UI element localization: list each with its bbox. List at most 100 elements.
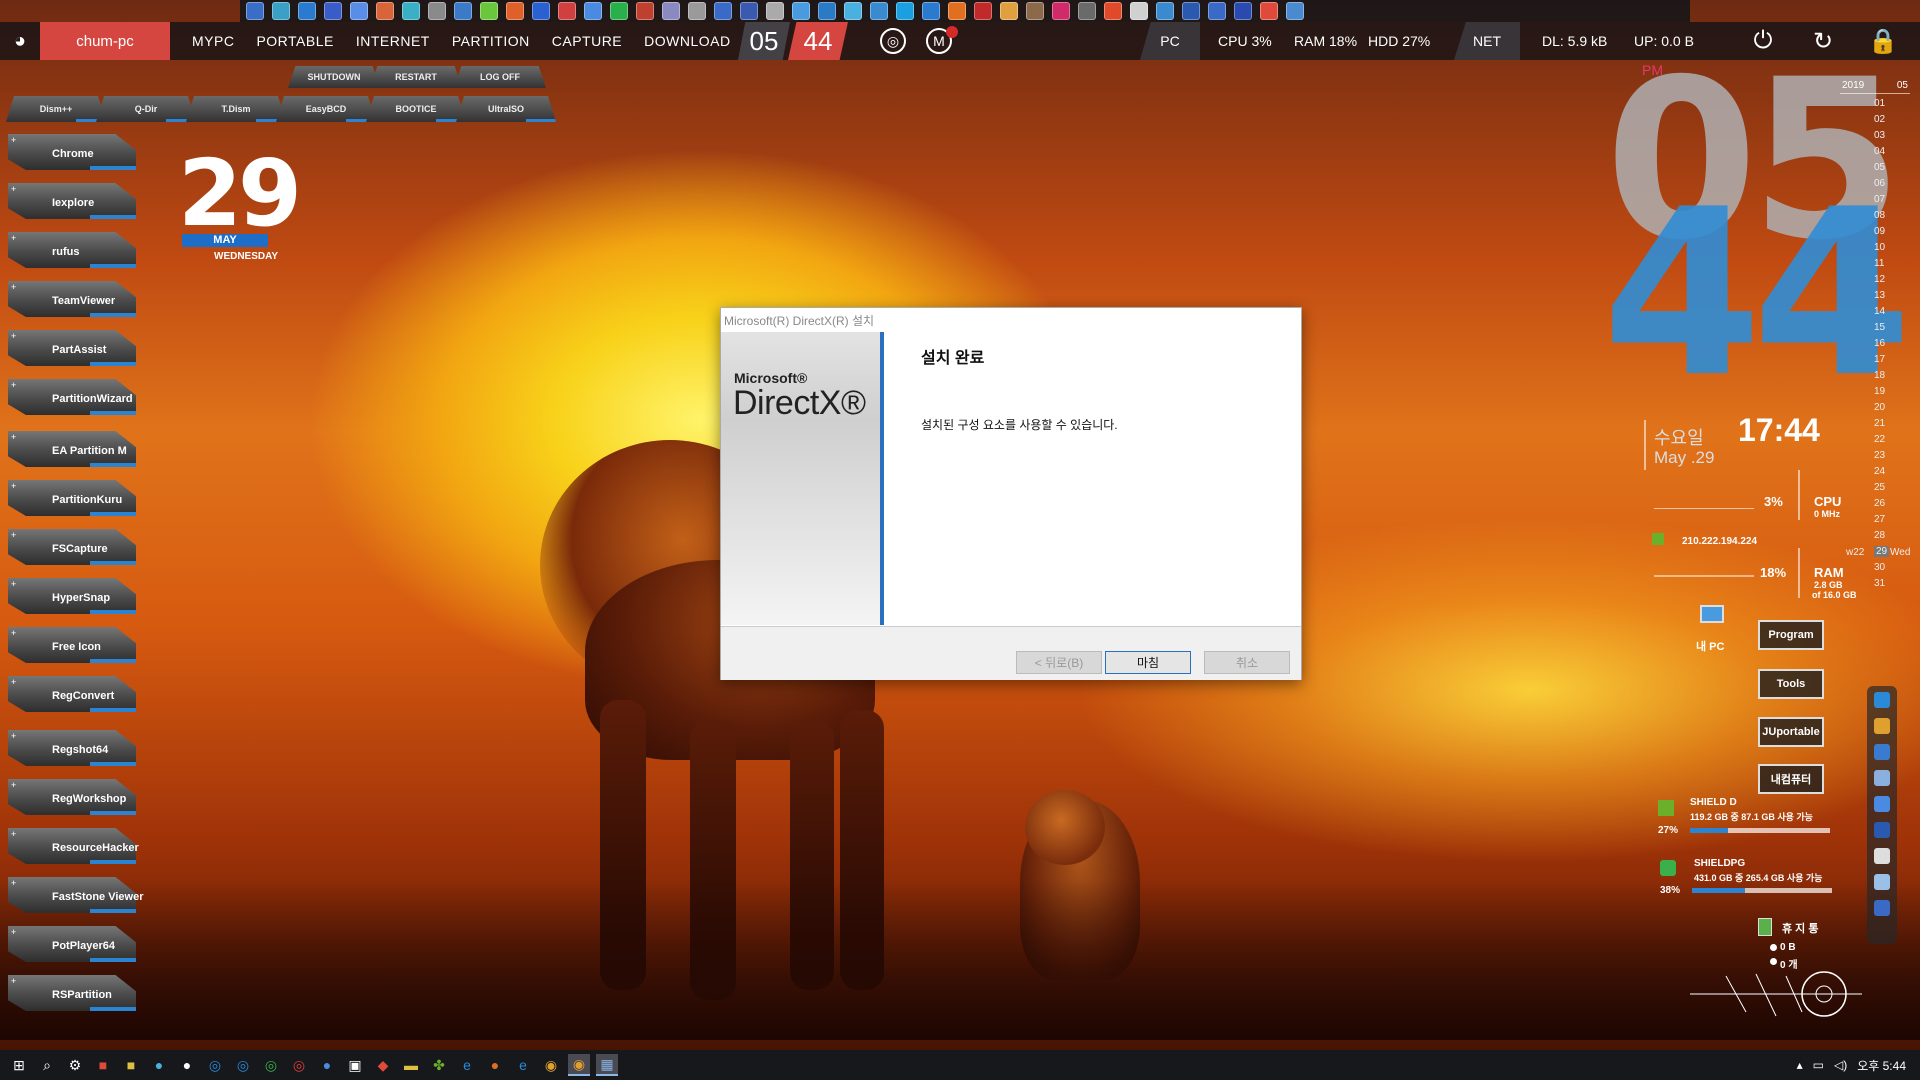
app-icon[interactable] bbox=[1026, 2, 1044, 20]
program-button[interactable]: Program bbox=[1758, 620, 1824, 650]
app-icon[interactable] bbox=[922, 2, 940, 20]
menu-partition[interactable]: PARTITION bbox=[452, 33, 530, 49]
app-icon[interactable] bbox=[350, 2, 368, 20]
mypc-label[interactable]: 내 PC bbox=[1696, 638, 1724, 654]
tray-clock[interactable]: 오후 5:44 bbox=[1857, 1057, 1906, 1074]
logo-icon[interactable]: ◕ bbox=[0, 22, 40, 60]
recycle-bin-icon[interactable] bbox=[1758, 918, 1772, 936]
gear-icon[interactable]: ⚙ bbox=[64, 1054, 86, 1076]
app-icon[interactable]: ■ bbox=[92, 1054, 114, 1076]
tool-tab-qdir[interactable]: Q-Dir bbox=[96, 96, 196, 122]
menu-mypc[interactable]: MYPC bbox=[192, 33, 234, 49]
sidebar-item-free-icon[interactable]: + Free Icon bbox=[8, 627, 136, 663]
app-icon[interactable] bbox=[1874, 874, 1890, 890]
finish-button[interactable]: 마침 bbox=[1105, 651, 1191, 674]
back-button[interactable]: < 뒤로(B) bbox=[1016, 651, 1102, 674]
app-icon[interactable] bbox=[896, 2, 914, 20]
sidebar-item-partitionwizard[interactable]: + PartitionWizard bbox=[8, 379, 136, 415]
chrome-icon[interactable]: ◉ bbox=[568, 1054, 590, 1076]
tool-tab-ultraiso[interactable]: UltraISO bbox=[456, 96, 556, 122]
app-icon[interactable] bbox=[1078, 2, 1096, 20]
folder-icon[interactable]: ■ bbox=[120, 1054, 142, 1076]
search-icon[interactable]: ⌕ bbox=[36, 1054, 58, 1076]
app-icon[interactable]: ● bbox=[316, 1054, 338, 1076]
app-icon[interactable] bbox=[1874, 770, 1890, 786]
monitor-icon[interactable]: ▣ bbox=[344, 1054, 366, 1076]
app-icon[interactable] bbox=[298, 2, 316, 20]
network-icon[interactable]: ▭ bbox=[1813, 1058, 1824, 1072]
app-icon[interactable]: ◎ bbox=[204, 1054, 226, 1076]
app-icon[interactable]: ◆ bbox=[372, 1054, 394, 1076]
app-icon[interactable] bbox=[1260, 2, 1278, 20]
sidebar-item-potplayer64[interactable]: + PotPlayer64 bbox=[8, 926, 136, 962]
app-icon[interactable] bbox=[506, 2, 524, 20]
shutdown-button[interactable]: SHUTDOWN bbox=[288, 66, 380, 88]
app-icon[interactable]: ◎ bbox=[288, 1054, 310, 1076]
app-icon[interactable] bbox=[974, 2, 992, 20]
app-icon[interactable] bbox=[1874, 848, 1890, 864]
app-icon[interactable]: ◎ bbox=[232, 1054, 254, 1076]
sidebar-item-partitionkuru[interactable]: + PartitionKuru bbox=[8, 480, 136, 516]
app-icon[interactable] bbox=[714, 2, 732, 20]
sidebar-item-hypersnap[interactable]: + HyperSnap bbox=[8, 578, 136, 614]
app-icon[interactable] bbox=[324, 2, 342, 20]
clover-icon[interactable]: ✤ bbox=[428, 1054, 450, 1076]
app-icon[interactable] bbox=[1874, 796, 1890, 812]
firefox-icon[interactable]: ● bbox=[484, 1054, 506, 1076]
sidebar-item-regshot64[interactable]: + Regshot64 bbox=[8, 730, 136, 766]
app-icon[interactable] bbox=[584, 2, 602, 20]
app-icon[interactable] bbox=[1182, 2, 1200, 20]
sidebar-item-regworkshop[interactable]: + RegWorkshop bbox=[8, 779, 136, 815]
app-icon[interactable] bbox=[662, 2, 680, 20]
menu-capture[interactable]: CAPTURE bbox=[552, 33, 622, 49]
menu-download[interactable]: DOWNLOAD bbox=[644, 33, 730, 49]
edge-icon[interactable]: e bbox=[456, 1054, 478, 1076]
sidebar-item-chrome[interactable]: + Chrome bbox=[8, 134, 136, 170]
app-icon[interactable] bbox=[1874, 822, 1890, 838]
app-icon[interactable] bbox=[792, 2, 810, 20]
app-icon[interactable] bbox=[870, 2, 888, 20]
sidebar-item-resourcehacker[interactable]: + ResourceHacker bbox=[8, 828, 139, 864]
app-icon[interactable] bbox=[740, 2, 758, 20]
directx-setup-icon[interactable]: ▦ bbox=[596, 1054, 618, 1076]
my-computer-button[interactable]: 내컴퓨터 bbox=[1758, 764, 1824, 794]
app-icon[interactable] bbox=[1874, 744, 1890, 760]
menu-portable[interactable]: PORTABLE bbox=[256, 33, 333, 49]
app-icon[interactable] bbox=[558, 2, 576, 20]
app-icon[interactable] bbox=[428, 2, 446, 20]
sidebar-item-teamviewer[interactable]: + TeamViewer bbox=[8, 281, 136, 317]
sidebar-item-regconvert[interactable]: + RegConvert bbox=[8, 676, 136, 712]
pc-name[interactable]: chum-pc bbox=[40, 22, 170, 60]
app-icon[interactable] bbox=[636, 2, 654, 20]
computer-icon[interactable] bbox=[1700, 605, 1724, 623]
start-icon[interactable]: ⊞ bbox=[8, 1054, 30, 1076]
app-icon[interactable] bbox=[376, 2, 394, 20]
chrome-icon[interactable] bbox=[1874, 718, 1890, 734]
logoff-button[interactable]: LOG OFF bbox=[454, 66, 546, 88]
app-icon[interactable]: ◎ bbox=[260, 1054, 282, 1076]
tools-button[interactable]: Tools bbox=[1758, 669, 1824, 699]
ie-icon[interactable]: e bbox=[512, 1054, 534, 1076]
app-icon[interactable]: ● bbox=[176, 1054, 198, 1076]
app-icon[interactable] bbox=[766, 2, 784, 20]
app-icon[interactable] bbox=[1874, 900, 1890, 916]
app-icon[interactable] bbox=[532, 2, 550, 20]
edge-icon[interactable] bbox=[1874, 692, 1890, 708]
restart-button[interactable]: RESTART bbox=[370, 66, 462, 88]
sidebar-item-fscapture[interactable]: + FSCapture bbox=[8, 529, 136, 565]
app-icon[interactable] bbox=[1234, 2, 1252, 20]
app-icon[interactable] bbox=[1156, 2, 1174, 20]
app-icon[interactable] bbox=[688, 2, 706, 20]
tool-tab-tdism[interactable]: T.Dism bbox=[186, 96, 286, 122]
app-icon[interactable] bbox=[610, 2, 628, 20]
app-icon[interactable] bbox=[844, 2, 862, 20]
chevron-up-icon[interactable]: ▴ bbox=[1797, 1058, 1803, 1072]
tool-tab-easybcd[interactable]: EasyBCD bbox=[276, 96, 376, 122]
app-icon[interactable] bbox=[1104, 2, 1122, 20]
menu-internet[interactable]: INTERNET bbox=[356, 33, 430, 49]
app-icon[interactable] bbox=[454, 2, 472, 20]
sidebar-item-partassist[interactable]: + PartAssist bbox=[8, 330, 136, 366]
app-icon[interactable] bbox=[1208, 2, 1226, 20]
juportable-button[interactable]: JUportable bbox=[1758, 717, 1824, 747]
app-icon[interactable] bbox=[272, 2, 290, 20]
